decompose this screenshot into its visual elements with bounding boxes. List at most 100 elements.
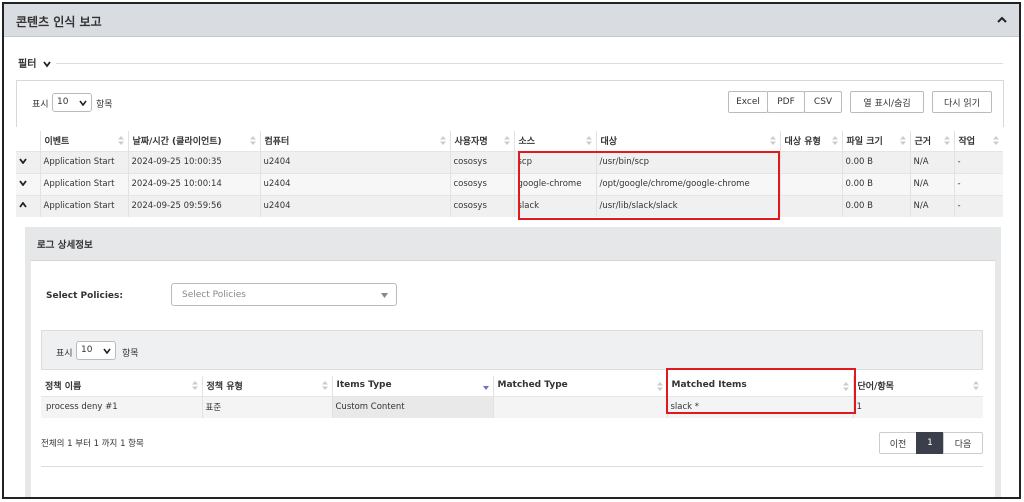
highlight-matched-items xyxy=(666,368,856,414)
size-cell: 0.00 B xyxy=(842,194,911,217)
export-pdf-button[interactable]: PDF xyxy=(767,91,805,113)
chevron-down-icon xyxy=(19,158,27,165)
export-csv-button[interactable]: CSV xyxy=(804,91,842,113)
show-suffix: 항목 xyxy=(122,349,139,359)
sort-icon xyxy=(899,136,906,146)
target-type-cell xyxy=(780,150,843,173)
reason-cell: N/A xyxy=(910,194,955,217)
table-row[interactable]: Application Start 2024-09-25 10:00:14 u2… xyxy=(16,172,1003,195)
column-header[interactable]: 날짜/시간 (클라이언트) xyxy=(128,131,261,151)
panel-title: 콘텐츠 인식 보고 xyxy=(16,15,102,29)
column-header[interactable]: Items Type xyxy=(332,376,494,396)
sort-icon xyxy=(503,136,510,146)
sort-icon xyxy=(831,136,838,146)
sort-icon xyxy=(117,136,124,146)
event-cell: Application Start xyxy=(40,172,129,195)
column-visibility-button[interactable]: 열 표시/숨김 xyxy=(850,91,924,113)
action-cell: - xyxy=(954,194,1003,217)
column-header[interactable]: 대상 xyxy=(596,131,781,151)
log-details-panel: 로그 상세정보 Select Policies: Select Policies… xyxy=(25,227,1001,497)
column-header[interactable]: Matched Type xyxy=(493,376,668,396)
sort-icon xyxy=(943,136,950,146)
pager-page-1[interactable]: 1 xyxy=(916,432,944,454)
highlight-source-target xyxy=(518,151,780,220)
policy-name-cell: process deny #1 xyxy=(41,395,203,418)
reason-cell: N/A xyxy=(910,150,955,173)
reason-cell: N/A xyxy=(910,172,955,195)
policies-placeholder: Select Policies xyxy=(182,290,246,300)
policy-page-size-select[interactable]: 10 xyxy=(76,341,116,360)
table-summary: 전체의 1 부터 1 까지 1 항목 xyxy=(41,439,144,449)
datetime-cell: 2024-09-25 10:00:35 xyxy=(128,150,261,173)
size-cell: 0.00 B xyxy=(842,172,911,195)
target-type-cell xyxy=(780,194,843,217)
column-header[interactable]: 정책 이름 xyxy=(41,376,203,396)
action-cell: - xyxy=(954,150,1003,173)
pager-prev-button[interactable]: 이전 xyxy=(879,432,917,454)
user-cell: cososys xyxy=(450,150,515,173)
expand-toggle[interactable] xyxy=(16,172,41,195)
chevron-down-icon xyxy=(43,61,51,68)
datetime-cell: 2024-09-25 10:00:14 xyxy=(128,172,261,195)
chevron-up-icon[interactable] xyxy=(997,15,1007,25)
column-header[interactable]: 이벤트 xyxy=(40,131,129,151)
column-header[interactable]: 작업 xyxy=(954,131,1003,151)
page-size-value: 10 xyxy=(81,345,93,355)
policy-type-cell: 표준 xyxy=(202,395,333,418)
report-window: 콘텐츠 인식 보고 필터 표시 10 항목 Excel PDF CSV 열 표시… xyxy=(2,2,1021,499)
caret-down-icon xyxy=(381,293,388,298)
user-cell: cososys xyxy=(450,194,515,217)
chevron-down-icon xyxy=(103,348,111,354)
datetime-cell: 2024-09-25 09:59:56 xyxy=(128,194,261,217)
column-header[interactable]: 대상 유형 xyxy=(780,131,843,151)
filter-label: 필터 xyxy=(18,59,37,70)
details-divider xyxy=(41,466,983,467)
size-cell: 0.00 B xyxy=(842,150,911,173)
sort-icon xyxy=(769,136,776,146)
policies-label: Select Policies: xyxy=(46,291,123,301)
column-header[interactable]: 근거 xyxy=(910,131,955,151)
panel-header: 콘텐츠 인식 보고 xyxy=(4,4,1019,37)
filter-toggle[interactable]: 필터 xyxy=(14,55,55,70)
items-type-cell: Custom Content xyxy=(332,395,494,418)
sort-icon xyxy=(993,136,999,146)
reload-button[interactable]: 다시 읽기 xyxy=(932,91,992,113)
column-header[interactable]: 소스 xyxy=(514,131,597,151)
show-prefix: 표시 xyxy=(56,349,73,359)
sort-icon xyxy=(656,382,663,392)
page-size-control: 표시 xyxy=(32,97,49,110)
matched-type-cell xyxy=(493,395,668,418)
event-cell: Application Start xyxy=(40,150,129,173)
computer-cell: u2404 xyxy=(260,150,451,173)
table-row[interactable]: Application Start 2024-09-25 09:59:56 u2… xyxy=(16,194,1003,217)
expand-toggle[interactable] xyxy=(16,150,41,173)
chevron-up-icon xyxy=(19,201,27,208)
column-header[interactable]: 파일 크기 xyxy=(842,131,911,151)
page-size-value: 10 xyxy=(57,97,69,107)
sort-icon xyxy=(973,381,979,391)
event-cell: Application Start xyxy=(40,194,129,217)
words-cell: 1 xyxy=(853,395,983,418)
target-type-cell xyxy=(780,172,843,195)
policies-select[interactable]: Select Policies xyxy=(171,283,397,306)
column-header[interactable]: 사용자명 xyxy=(450,131,515,151)
chevron-down-icon xyxy=(79,100,87,106)
sort-icon xyxy=(321,381,328,391)
table-row[interactable]: Application Start 2024-09-25 10:00:35 u2… xyxy=(16,150,1003,173)
chevron-down-icon xyxy=(19,180,27,187)
sort-icon xyxy=(439,136,446,146)
details-title: 로그 상세정보 xyxy=(37,240,93,251)
show-prefix: 표시 xyxy=(32,100,49,110)
column-header[interactable]: 정책 유형 xyxy=(202,376,333,396)
pager-next-button[interactable]: 다음 xyxy=(943,432,983,454)
sort-icon xyxy=(191,381,198,391)
computer-cell: u2404 xyxy=(260,194,451,217)
export-excel-button[interactable]: Excel xyxy=(728,91,768,113)
page-size-select[interactable]: 10 xyxy=(52,93,92,112)
show-suffix: 항목 xyxy=(96,100,113,110)
collapse-toggle[interactable] xyxy=(16,194,41,217)
column-header[interactable]: 컴퓨터 xyxy=(260,131,451,151)
expand-column-header xyxy=(16,131,41,151)
computer-cell: u2404 xyxy=(260,172,451,195)
column-header[interactable]: 단어/항목 xyxy=(853,376,983,396)
